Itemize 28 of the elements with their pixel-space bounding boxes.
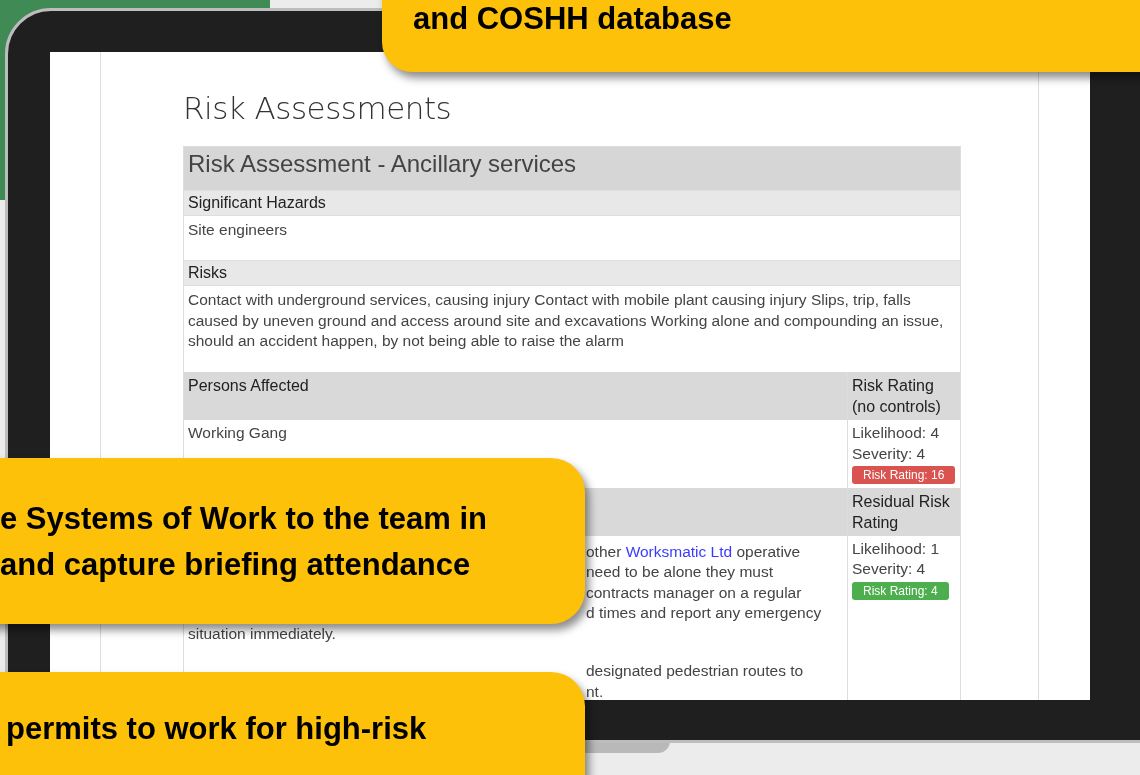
callout-text: permits to work for high-risk <box>6 710 428 748</box>
persons-text: Working Gang <box>187 423 288 443</box>
column-header: Risk Rating (no controls) <box>847 372 960 420</box>
section-heading: Risks <box>184 260 960 286</box>
hazards-text: Site engineers <box>187 220 289 240</box>
section-heading: Significant Hazards <box>184 190 960 216</box>
column-header: Persons Affected <box>184 372 847 420</box>
page-title: Risk Assessments <box>183 90 453 126</box>
control-measure-text: situation immediately. <box>188 623 336 644</box>
severity-text: Severity: 4 <box>852 559 927 579</box>
likelihood-text: Likelihood: 4 <box>852 423 941 443</box>
risks-text: Contact with underground services, causing injury Contact with mobile plant causing injury Slips, trip, falls caused by uneven ground and access around site and excavations Working alone and compounding an issue, should an accident happen, by not being able to raise the alarm <box>187 290 945 351</box>
assessment-title: Risk Assessment - Ancillary services <box>184 147 960 190</box>
callout-text: and capture briefing attendance <box>0 546 472 584</box>
control-measure-text: other Worksmatic Ltd operative <box>586 541 801 562</box>
risk-rating-badge: Risk Rating: 16 <box>852 466 956 484</box>
control-measure-text: d times and report any emergency <box>586 603 822 623</box>
risk-rating-badge: Risk Rating: 4 <box>852 581 949 600</box>
column-header: Residual Risk Rating <box>847 487 960 536</box>
company-link[interactable]: Worksmatic Ltd <box>625 542 733 560</box>
control-measure-text: nt. <box>586 681 604 700</box>
control-measure-text: contracts manager on a regular <box>586 582 802 603</box>
control-measure-text: designated pedestrian routes to <box>586 661 804 681</box>
control-measure-text: need to be alone they must <box>586 562 773 582</box>
severity-text: Severity: 4 <box>852 443 927 464</box>
callout-text: and COSHH database <box>413 0 733 38</box>
callout-text: e Systems of Work to the team in <box>0 500 488 538</box>
likelihood-text: Likelihood: 1 <box>852 538 941 559</box>
